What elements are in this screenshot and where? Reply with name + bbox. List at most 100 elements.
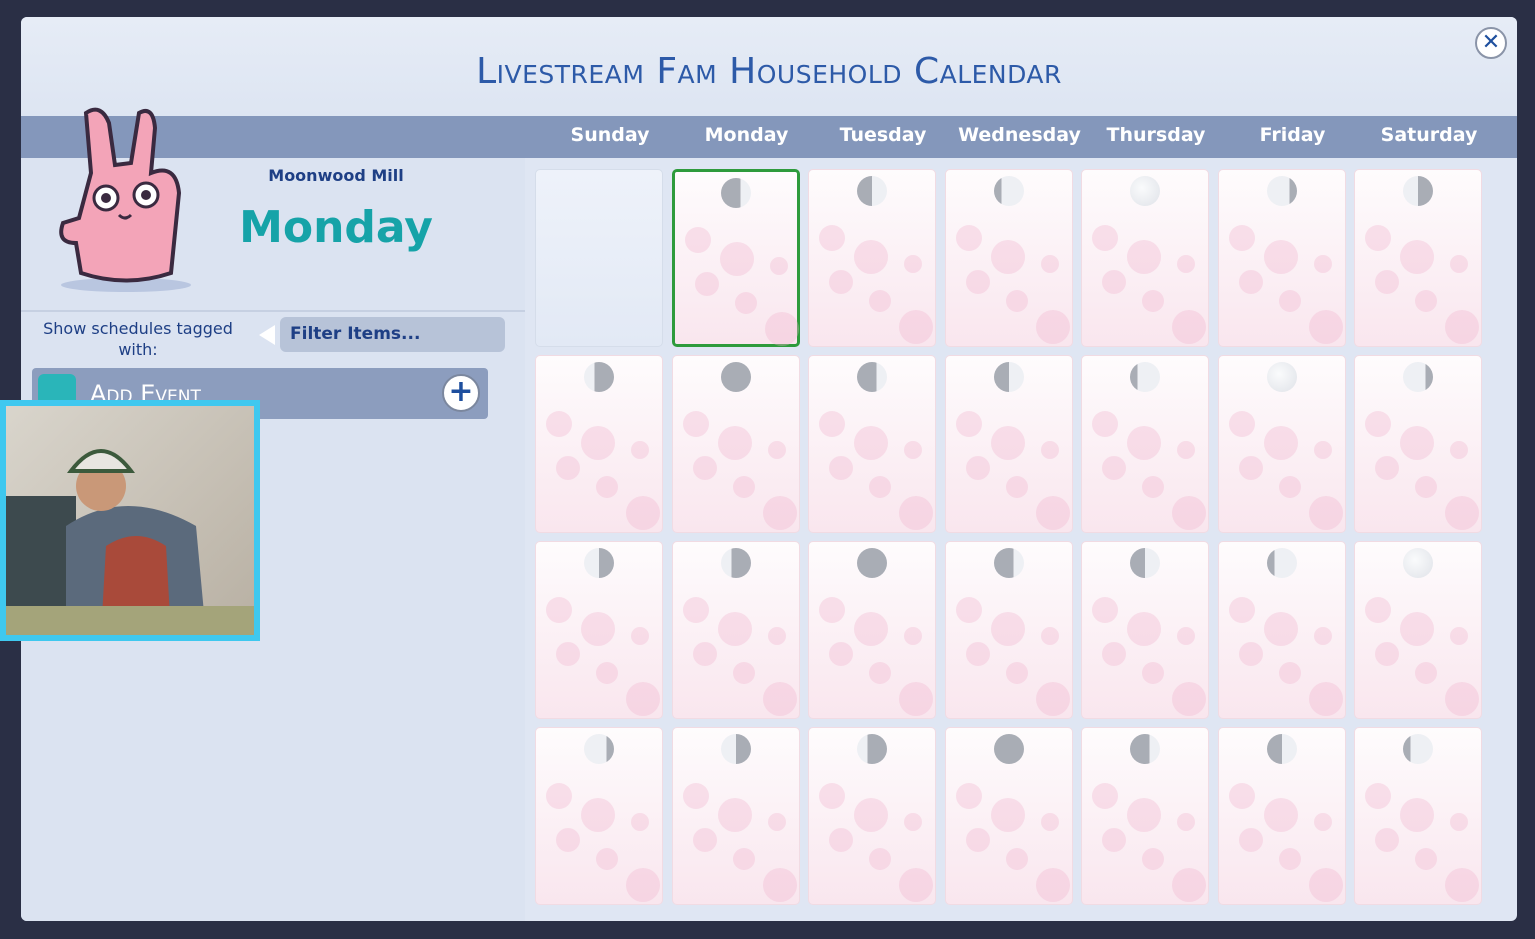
calendar-day-cell[interactable] bbox=[808, 169, 936, 347]
flower-decoration bbox=[1127, 798, 1161, 832]
calendar-day-cell[interactable] bbox=[808, 355, 936, 533]
calendar-day-cell[interactable] bbox=[671, 727, 800, 905]
calendar-day-cell[interactable] bbox=[944, 727, 1073, 905]
flower-decoration bbox=[732, 476, 755, 498]
flower-decoration bbox=[990, 240, 1025, 274]
calendar-day-cell[interactable] bbox=[1354, 355, 1482, 533]
flower-decoration bbox=[1263, 426, 1298, 460]
calendar-day-cell[interactable] bbox=[1081, 541, 1209, 719]
flower-decoration bbox=[829, 270, 853, 294]
calendar-day-cell[interactable] bbox=[1354, 727, 1482, 905]
flower-decoration bbox=[965, 828, 990, 852]
flower-decoration bbox=[955, 411, 982, 437]
calendar-day-cell[interactable] bbox=[1217, 169, 1346, 347]
flower-decoration bbox=[1238, 828, 1263, 852]
day-header-tuesday: Tuesday bbox=[839, 124, 927, 146]
calendar-day-cell[interactable] bbox=[1081, 727, 1209, 905]
flower-decoration bbox=[819, 597, 845, 623]
plus-icon[interactable]: + bbox=[442, 374, 480, 412]
day-header-monday: Monday bbox=[704, 124, 789, 146]
arrow-left-icon[interactable] bbox=[259, 325, 275, 345]
calendar-day-cell[interactable] bbox=[944, 169, 1073, 347]
close-button[interactable]: ✕ bbox=[1475, 27, 1507, 59]
calendar-day-cell[interactable] bbox=[1217, 355, 1346, 533]
calendar-day-cell[interactable] bbox=[808, 541, 936, 719]
flower-decoration bbox=[767, 441, 786, 459]
flower-decoration bbox=[1445, 868, 1479, 902]
moon-full-icon bbox=[1266, 362, 1297, 392]
flower-decoration bbox=[734, 292, 757, 314]
calendar-day-cell[interactable] bbox=[1217, 541, 1346, 719]
moon-waning-crescent-icon bbox=[720, 548, 751, 578]
flower-decoration bbox=[1400, 426, 1434, 460]
day-header-row: Sunday Monday Tuesday Wednesday Thursday Frid… bbox=[21, 116, 1517, 158]
flower-decoration bbox=[717, 426, 752, 460]
flower-decoration bbox=[1445, 496, 1479, 530]
flower-decoration bbox=[1238, 270, 1263, 294]
flower-decoration bbox=[1142, 848, 1164, 870]
flower-decoration bbox=[1005, 662, 1028, 684]
flower-decoration bbox=[955, 225, 982, 251]
flower-decoration bbox=[1400, 612, 1434, 646]
moon-waxing-crescent-icon bbox=[720, 178, 751, 208]
flower-decoration bbox=[899, 496, 933, 530]
flower-decoration bbox=[1035, 496, 1070, 530]
flower-decoration bbox=[1263, 240, 1298, 274]
moon-waxing-gibbous-icon bbox=[1266, 548, 1297, 578]
flower-decoration bbox=[829, 828, 853, 852]
flower-decoration bbox=[1040, 813, 1059, 831]
flower-decoration bbox=[1375, 270, 1399, 294]
flower-decoration bbox=[1365, 411, 1391, 437]
flower-decoration bbox=[869, 290, 891, 312]
flower-decoration bbox=[1102, 828, 1126, 852]
moon-waxing-crescent-icon bbox=[993, 548, 1024, 578]
flower-decoration bbox=[1238, 456, 1263, 480]
flower-decoration bbox=[1375, 642, 1399, 666]
flower-decoration bbox=[631, 441, 649, 459]
flower-decoration bbox=[819, 225, 845, 251]
flower-decoration bbox=[1177, 441, 1195, 459]
filter-label: Show schedules tagged with: bbox=[43, 319, 233, 359]
calendar-day-cell[interactable] bbox=[944, 355, 1073, 533]
calendar-day-cell[interactable] bbox=[671, 169, 800, 347]
selected-day-title: Monday bbox=[239, 202, 433, 253]
filter-items-dropdown[interactable]: Filter Items... bbox=[280, 317, 505, 352]
region-name: Moonwood Mill bbox=[268, 166, 404, 185]
flower-decoration bbox=[1450, 813, 1468, 831]
calendar-day-cell[interactable] bbox=[535, 355, 663, 533]
calendar-day-cell[interactable] bbox=[1081, 169, 1209, 347]
flower-decoration bbox=[1263, 612, 1298, 646]
webcam-video-image bbox=[6, 449, 254, 635]
close-icon: ✕ bbox=[1481, 30, 1501, 55]
calendar-day-cell[interactable] bbox=[535, 727, 663, 905]
moon-new-icon bbox=[993, 734, 1024, 764]
flower-decoration bbox=[682, 411, 709, 437]
flower-decoration bbox=[1278, 290, 1301, 312]
calendar-day-cell[interactable] bbox=[1354, 169, 1482, 347]
flower-decoration bbox=[596, 476, 618, 498]
flower-decoration bbox=[692, 456, 717, 480]
flower-decoration bbox=[904, 255, 922, 273]
flower-decoration bbox=[899, 310, 933, 344]
calendar-day-cell[interactable] bbox=[535, 541, 663, 719]
flower-decoration bbox=[1313, 813, 1332, 831]
calendar-day-cell[interactable] bbox=[535, 169, 663, 347]
flower-decoration bbox=[1092, 783, 1118, 809]
calendar-day-cell[interactable] bbox=[808, 727, 936, 905]
calendar-day-cell[interactable] bbox=[1354, 541, 1482, 719]
flower-decoration bbox=[1040, 441, 1059, 459]
calendar-day-cell[interactable] bbox=[1217, 727, 1346, 905]
flower-decoration bbox=[1313, 627, 1332, 645]
flower-decoration bbox=[581, 426, 615, 460]
flower-decoration bbox=[1005, 476, 1028, 498]
moon-new-icon bbox=[720, 362, 751, 392]
flower-decoration bbox=[1400, 240, 1434, 274]
calendar-day-cell[interactable] bbox=[1081, 355, 1209, 533]
flower-decoration bbox=[596, 848, 618, 870]
flower-decoration bbox=[1142, 662, 1164, 684]
flower-decoration bbox=[1313, 441, 1332, 459]
calendar-day-cell[interactable] bbox=[671, 541, 800, 719]
moon-waxing-gibbous-icon bbox=[1403, 734, 1433, 764]
calendar-day-cell[interactable] bbox=[671, 355, 800, 533]
calendar-day-cell[interactable] bbox=[944, 541, 1073, 719]
